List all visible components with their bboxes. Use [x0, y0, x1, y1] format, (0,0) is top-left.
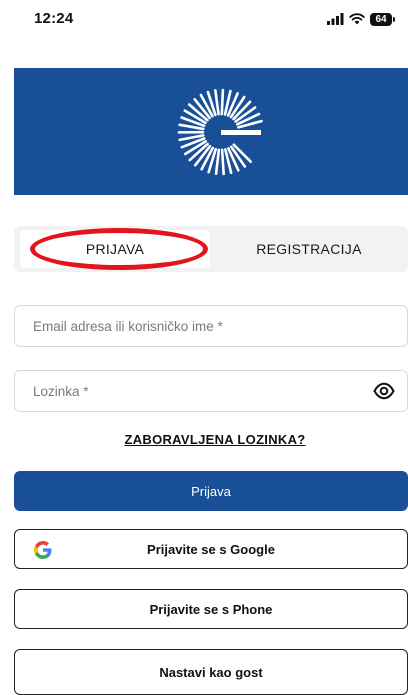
status-icons: 64: [327, 11, 392, 27]
google-signin-label: Prijavite se s Google: [147, 542, 275, 557]
brand-banner: [14, 68, 408, 195]
tab-login[interactable]: PRIJAVA: [20, 230, 210, 268]
password-field[interactable]: [14, 370, 408, 412]
phone-signin-button[interactable]: Prijavite se s Phone: [14, 589, 408, 629]
status-time: 12:24: [34, 10, 73, 27]
guest-button[interactable]: Nastavi kao gost: [14, 649, 408, 695]
google-icon: [33, 540, 53, 560]
auth-tabs: PRIJAVA REGISTRACIJA: [14, 226, 408, 272]
signal-icon: [327, 13, 344, 25]
tab-register[interactable]: REGISTRACIJA: [214, 230, 404, 268]
google-signin-button[interactable]: Prijavite se s Google: [14, 529, 408, 569]
eye-icon[interactable]: [373, 382, 395, 400]
g-sunburst-logo: [176, 86, 266, 178]
email-field[interactable]: [14, 305, 408, 347]
battery-icon: 64: [370, 13, 392, 26]
status-bar: 12:24 64: [0, 0, 408, 40]
forgot-password-link[interactable]: ZABORAVLJENA LOZINKA?: [0, 432, 408, 447]
login-button[interactable]: Prijava: [14, 471, 408, 511]
wifi-icon: [349, 13, 365, 25]
password-input[interactable]: [15, 371, 407, 411]
email-input[interactable]: [15, 306, 407, 346]
